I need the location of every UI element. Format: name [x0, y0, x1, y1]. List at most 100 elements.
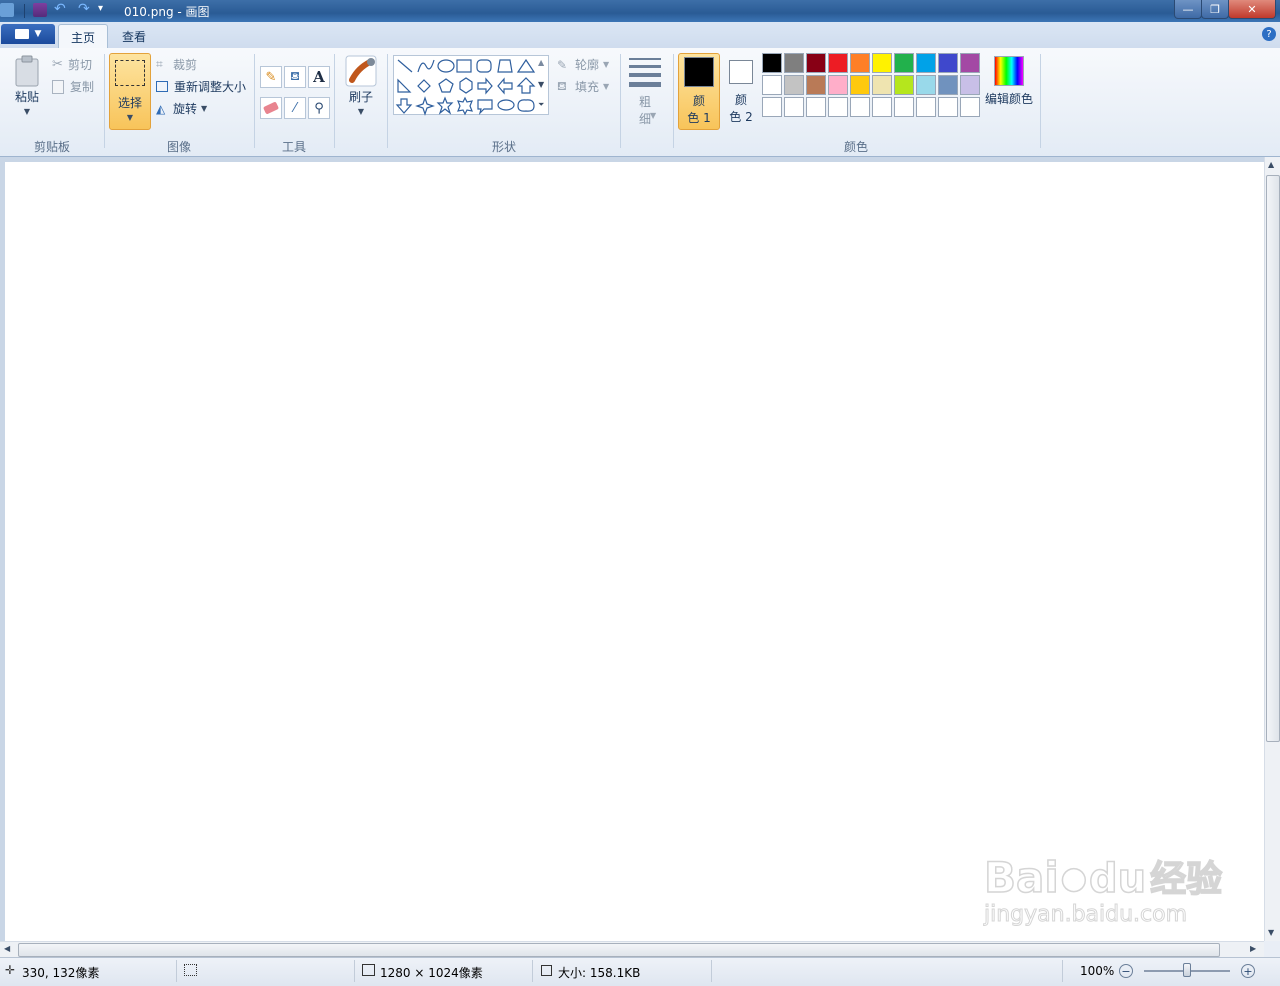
custom-color-slot[interactable] [762, 97, 782, 117]
selection-size-icon [184, 964, 197, 976]
clipboard-group-label: 剪贴板 [33, 140, 70, 154]
select-button[interactable]: 选择 ▼ [109, 53, 151, 130]
eraser-icon[interactable] [260, 97, 282, 119]
scroll-left-icon[interactable]: ◀ [4, 944, 10, 953]
paint-app-icon[interactable] [0, 3, 14, 17]
custom-color-slot[interactable] [872, 97, 892, 117]
custom-color-slot[interactable] [806, 97, 826, 117]
watermark-brand: Bai [983, 852, 1059, 903]
pencil-icon[interactable]: ✎ [260, 66, 282, 88]
color-spectrum-icon [994, 56, 1024, 86]
palette-swatch[interactable] [806, 53, 826, 73]
custom-color-slot[interactable] [850, 97, 870, 117]
fill-button[interactable]: ⛾ 填充 ▼ [557, 78, 609, 95]
palette-swatch[interactable] [938, 53, 958, 73]
resize-button[interactable]: 重新调整大小 [156, 78, 246, 95]
zoom-out-icon[interactable]: − [1119, 964, 1133, 978]
palette-swatch[interactable] [828, 75, 848, 95]
palette-swatch[interactable] [850, 75, 870, 95]
horizontal-scroll-thumb[interactable] [18, 943, 1220, 957]
custom-color-slot[interactable] [960, 97, 980, 117]
edit-colors-button[interactable]: 编辑颜色 [984, 56, 1034, 107]
color2-button[interactable]: 颜 色 2 [722, 53, 760, 130]
paint-menu-button[interactable]: ▼ [1, 24, 55, 44]
crop-button[interactable]: ⌗ 裁剪 [156, 56, 197, 73]
help-icon[interactable]: ? [1262, 27, 1276, 41]
palette-swatch[interactable] [960, 53, 980, 73]
custom-color-slot[interactable] [784, 97, 804, 117]
paste-button[interactable]: 粘贴 ▼ [8, 54, 46, 116]
text-icon[interactable]: A [308, 66, 330, 88]
maximize-button[interactable]: ❐ [1201, 0, 1229, 19]
brushes-label: 刷子 [348, 90, 373, 104]
redo-icon[interactable]: ↷ [78, 1, 90, 17]
shapes-scroll-up-icon[interactable]: ▲ [538, 58, 544, 67]
shapes-expand-icon[interactable]: ⏷ [538, 100, 544, 110]
shapes-scroll-down-icon[interactable]: ▼ [538, 80, 544, 89]
shapes-group-label: 形状 [491, 140, 516, 154]
palette-swatch[interactable] [784, 75, 804, 95]
cursor-position: 330, 132像素 [22, 966, 100, 980]
zoom-slider-thumb[interactable] [1183, 963, 1191, 977]
vertical-scroll-thumb[interactable] [1266, 175, 1280, 742]
tab-view[interactable]: 查看 [110, 24, 158, 48]
fill-bucket-icon: ⛾ [557, 78, 567, 93]
custom-color-slot[interactable] [938, 97, 958, 117]
color-picker-icon[interactable]: ⁄ [284, 97, 306, 119]
chevron-down-icon: ▼ [23, 107, 31, 116]
scroll-down-icon[interactable]: ▼ [1268, 928, 1274, 937]
zoom-in-icon[interactable]: + [1241, 964, 1255, 978]
group-divider [620, 54, 621, 148]
palette-swatch[interactable] [762, 75, 782, 95]
watermark-du: du [1088, 855, 1147, 903]
undo-icon[interactable]: ↶ [54, 1, 66, 17]
close-button[interactable]: ✕ [1228, 0, 1276, 19]
title-bar: ↶ ↷ ▾ 010.png - 画图 — ❐ ✕ [0, 0, 1280, 22]
palette-swatch[interactable] [916, 75, 936, 95]
save-icon[interactable] [33, 3, 47, 17]
color2-label-line1: 颜 [734, 93, 747, 107]
outline-button[interactable]: ✎ 轮廓 ▼ [557, 56, 609, 73]
customize-quick-access-icon[interactable]: ▾ [98, 3, 103, 14]
brushes-button[interactable]: 刷子 ▼ [340, 54, 382, 116]
size-button[interactable]: 粗 细 [626, 56, 664, 127]
magnifier-icon[interactable]: ⚲ [308, 97, 330, 119]
custom-color-slot[interactable] [894, 97, 914, 117]
group-divider [387, 54, 388, 148]
palette-swatch[interactable] [784, 53, 804, 73]
brush-icon [345, 55, 377, 87]
minimize-button[interactable]: — [1174, 0, 1202, 19]
palette-swatch[interactable] [806, 75, 826, 95]
palette-swatch[interactable] [872, 53, 892, 73]
palette-swatch[interactable] [850, 53, 870, 73]
palette-swatch[interactable] [894, 53, 914, 73]
resize-label: 重新调整大小 [174, 80, 247, 94]
outline-brush-icon: ✎ [557, 57, 568, 72]
fill-bucket-icon[interactable]: ⛾ [284, 66, 306, 88]
copy-button[interactable]: 复制 [52, 78, 94, 95]
palette-swatch[interactable] [894, 75, 914, 95]
tab-home[interactable]: 主页 [58, 24, 109, 49]
scroll-right-icon[interactable]: ▶ [1250, 944, 1256, 953]
copy-icon [52, 79, 64, 94]
palette-swatch[interactable] [762, 53, 782, 73]
colors-group-label: 颜色 [843, 140, 868, 154]
palette-swatch[interactable] [916, 53, 936, 73]
crop-icon: ⌗ [156, 57, 163, 71]
palette-swatch[interactable] [938, 75, 958, 95]
rotate-label: 旋转 [173, 102, 198, 116]
cut-button[interactable]: ✂ 剪切 [52, 56, 92, 73]
palette-swatch[interactable] [872, 75, 892, 95]
palette-swatch[interactable] [828, 53, 848, 73]
scroll-up-icon[interactable]: ▲ [1268, 160, 1274, 169]
rotate-button[interactable]: ◭ 旋转 ▼ [156, 100, 207, 117]
tools-group-label: 工具 [281, 140, 306, 154]
cut-label: 剪切 [68, 58, 93, 72]
custom-color-slot[interactable] [828, 97, 848, 117]
drawing-canvas[interactable] [5, 162, 1264, 941]
image-group-label: 图像 [166, 140, 191, 154]
custom-color-slot[interactable] [916, 97, 936, 117]
color1-button[interactable]: 颜 色 1 [678, 53, 720, 130]
palette-swatch[interactable] [960, 75, 980, 95]
color1-label-line1: 颜 [692, 94, 705, 108]
